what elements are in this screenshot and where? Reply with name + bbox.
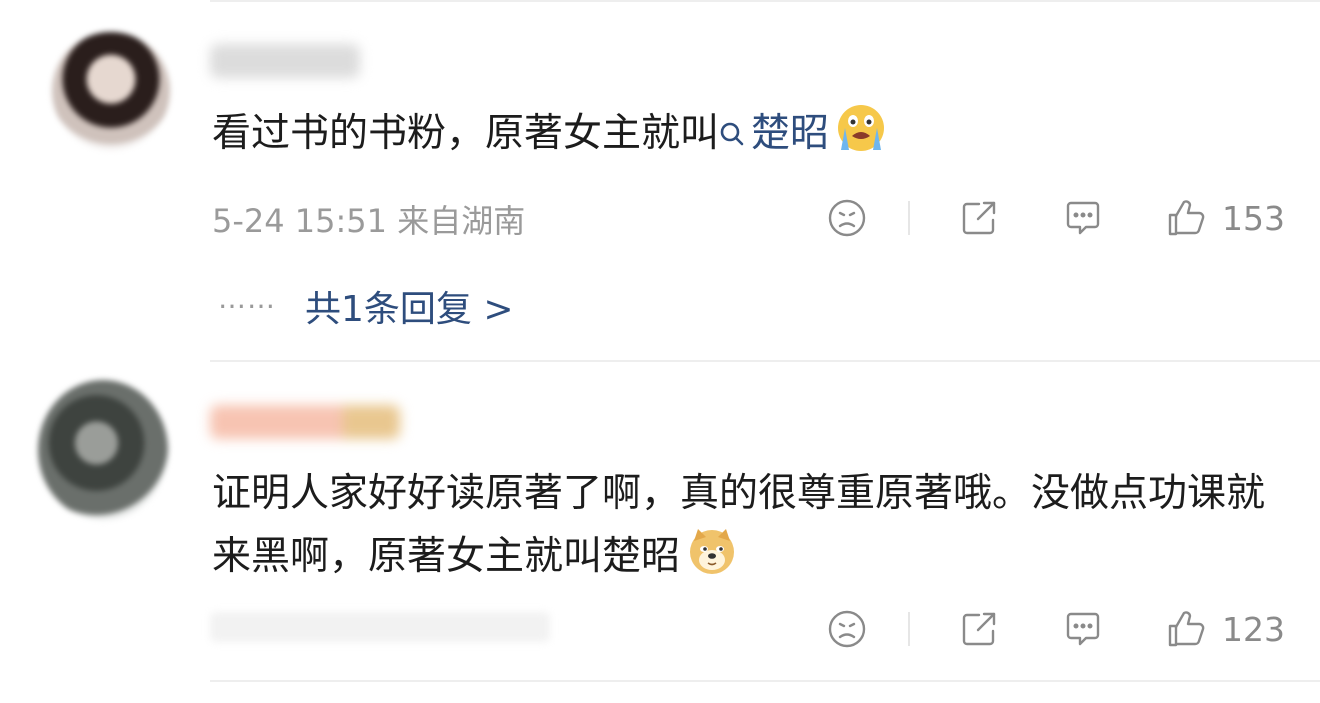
like-count: 123 bbox=[1222, 609, 1285, 649]
comment-body: 看过书的书粉，原著女主就叫 bbox=[212, 111, 720, 156]
frown-icon bbox=[828, 199, 866, 237]
comment-actions: 123 bbox=[820, 604, 1290, 654]
like-button[interactable]: 123 bbox=[1164, 604, 1285, 654]
share-button[interactable] bbox=[954, 604, 1004, 654]
comment-location: 来自湖南 bbox=[397, 202, 526, 240]
thumbs-up-icon bbox=[1168, 200, 1205, 236]
frown-icon bbox=[828, 610, 866, 648]
comment-text: 看过书的书粉，原著女主就叫 楚昭 bbox=[212, 102, 887, 165]
actions-separator bbox=[908, 201, 910, 235]
like-count: 153 bbox=[1222, 198, 1285, 238]
dislike-button[interactable] bbox=[820, 604, 874, 654]
comment-meta-blurred bbox=[210, 612, 550, 642]
search-icon bbox=[719, 104, 745, 146]
username-blurred[interactable] bbox=[210, 44, 360, 78]
view-replies-link[interactable]: 共1条回复 > bbox=[305, 280, 514, 332]
comment-bubble-icon bbox=[1066, 612, 1100, 646]
dislike-button[interactable] bbox=[820, 193, 874, 243]
comment-button[interactable] bbox=[1058, 193, 1108, 243]
actions-separator bbox=[908, 612, 910, 646]
comment-text: 证明人家好好读原著了啊，真的很尊重原著哦。没做点功课就来黑啊，原著女主就叫楚昭 bbox=[212, 463, 1292, 588]
doge-emoji-icon bbox=[686, 525, 738, 577]
comment-divider bbox=[210, 360, 1320, 362]
share-icon bbox=[962, 612, 996, 646]
comment-button[interactable] bbox=[1058, 604, 1108, 654]
comment-bubble-icon bbox=[1066, 201, 1100, 235]
comment-time: 5-24 15:51 bbox=[212, 202, 388, 240]
comment-body: 证明人家好好读原著了啊，真的很尊重原著哦。没做点功课就来黑啊，原著女主就叫楚昭 bbox=[212, 471, 1266, 579]
search-topic-link[interactable]: 楚昭 bbox=[719, 111, 829, 156]
comment-meta: 5-24 15:51 来自湖南 bbox=[212, 196, 525, 242]
comment-divider bbox=[210, 680, 1320, 682]
crying-emoji-icon bbox=[835, 102, 887, 154]
avatar[interactable] bbox=[38, 380, 168, 520]
avatar[interactable] bbox=[52, 32, 170, 150]
top-divider bbox=[210, 0, 1320, 2]
comment-actions: 153 bbox=[820, 193, 1290, 243]
search-topic-label[interactable]: 楚昭 bbox=[751, 111, 829, 156]
reply-dots: …… bbox=[218, 282, 276, 315]
like-button[interactable]: 153 bbox=[1164, 193, 1285, 243]
share-icon bbox=[962, 201, 996, 235]
username-blurred[interactable] bbox=[210, 405, 400, 439]
thumbs-up-icon bbox=[1168, 611, 1205, 647]
share-button[interactable] bbox=[954, 193, 1004, 243]
